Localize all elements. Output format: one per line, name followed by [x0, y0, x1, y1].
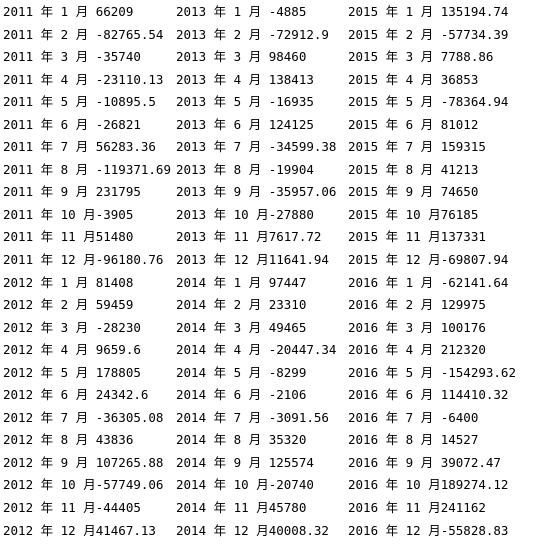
- table-row: 2016 年 4 月 212320: [348, 342, 486, 358]
- table-row: 2011 年 6 月 -26821: [3, 116, 141, 132]
- table-row: 2012 年 9 月 107265.88: [3, 454, 164, 470]
- table-row: 2015 年 1 月 135194.74: [348, 4, 509, 19]
- table-row: 2013 年 4 月 138413: [176, 71, 314, 87]
- table-row: 2014 年 8 月 35320: [176, 432, 307, 448]
- table-row: 2015 年 7 月 159315: [348, 139, 486, 155]
- table-row: 2012 年 4 月 9659.6: [3, 342, 141, 358]
- table-row: 2016 年 11 月241162: [348, 500, 486, 516]
- table-row: 2012 年 5 月 178805: [3, 364, 141, 380]
- table-row: 2016 年 2 月 129975: [348, 297, 486, 313]
- table-row: 2014 年 12 月40008.32: [176, 522, 329, 538]
- table-row: 2011 年 10 月-3905: [3, 206, 134, 222]
- table-row: 2013 年 10 月-27880: [176, 206, 314, 222]
- table-row: 2011 年 8 月 -119371.69: [3, 161, 171, 177]
- table-row: 2011 年 7 月 56283.36: [3, 139, 156, 155]
- table-row: 2015 年 8 月 41213: [348, 161, 479, 177]
- table-row: 2013 年 3 月 98460: [176, 49, 307, 65]
- table-row: 2014 年 3 月 49465: [176, 319, 307, 335]
- table-row: 2016 年 10 月189274.12: [348, 477, 509, 493]
- table-row: 2011 年 12 月-96180.76: [3, 252, 164, 268]
- table-row: 2011 年 1 月 66209: [3, 4, 134, 19]
- table-row: 2012 年 6 月 24342.6: [3, 387, 149, 403]
- column-2011-2012: 2011 年 1 月 66209 2011 年 2 月 -82765.54 2011…: [3, 1, 176, 544]
- table-row: 2012 年 2 月 59459: [3, 297, 134, 313]
- table-row: 2015 年 6 月 81012: [348, 116, 479, 132]
- table-row: 2012 年 8 月 43836: [3, 432, 134, 448]
- table-row: 2015 年 2 月 -57734.39: [348, 26, 509, 42]
- table-row: 2012 年 12 月41467.13: [3, 522, 156, 538]
- table-row: 2016 年 5 月 -154293.62: [348, 364, 516, 380]
- table-row: 2013 年 8 月 -19904: [176, 161, 314, 177]
- table-row: 2014 年 7 月 -3091.56: [176, 409, 329, 425]
- table-row: 2014 年 9 月 125574: [176, 454, 314, 470]
- table-row: 2016 年 7 月 -6400: [348, 409, 479, 425]
- table-row: 2016 年 6 月 114410.32: [348, 387, 509, 403]
- table-row: 2012 年 10 月-57749.06: [3, 477, 164, 493]
- table-row: 2016 年 12 月-55828.83: [348, 522, 509, 538]
- column-2015-2016: 2015 年 1 月 135194.74 2015 年 2 月 -57734.39…: [348, 1, 534, 544]
- table-row: 2012 年 11 月-44405: [3, 500, 141, 516]
- table-row: 2016 年 1 月 -62141.64: [348, 274, 509, 290]
- table-row: 2013 年 6 月 124125: [176, 116, 314, 132]
- table-row: 2014 年 2 月 23310: [176, 297, 307, 313]
- table-row: 2011 年 2 月 -82765.54: [3, 26, 164, 42]
- table-row: 2012 年 3 月 -28230: [3, 319, 141, 335]
- table-row: 2011 年 3 月 -35740: [3, 49, 141, 65]
- table-row: 2016 年 3 月 100176: [348, 319, 486, 335]
- table-row: 2015 年 12 月-69807.94: [348, 252, 509, 268]
- table-row: 2014 年 5 月 -8299: [176, 364, 307, 380]
- table-row: 2011 年 5 月 -10895.5: [3, 94, 156, 110]
- table-row: 2011 年 4 月 -23110.13: [3, 71, 164, 87]
- table-row: 2013 年 5 月 -16935: [176, 94, 314, 110]
- table-row: 2014 年 1 月 97447: [176, 274, 307, 290]
- table-row: 2016 年 9 月 39072.47: [348, 454, 501, 470]
- table-row: 2015 年 5 月 -78364.94: [348, 94, 509, 110]
- table-row: 2015 年 10 月76185: [348, 206, 479, 222]
- table-row: 2013 年 1 月 -4885: [176, 4, 307, 19]
- table-row: 2014 年 11 月45780: [176, 500, 307, 516]
- table-row: 2011 年 11 月51480: [3, 229, 134, 245]
- table-row: 2013 年 7 月 -34599.38: [176, 139, 337, 155]
- table-row: 2011 年 9 月 231795: [3, 184, 141, 200]
- table-row: 2013 年 12 月11641.94: [176, 252, 329, 268]
- table-row: 2012 年 7 月 -36305.08: [3, 409, 164, 425]
- table-row: 2015 年 9 月 74650: [348, 184, 479, 200]
- table-row: 2015 年 3 月 7788.86: [348, 49, 494, 65]
- table-row: 2016 年 8 月 14527: [348, 432, 479, 448]
- table-row: 2014 年 6 月 -2106: [176, 387, 307, 403]
- column-2013-2014: 2013 年 1 月 -4885 2013 年 2 月 -72912.9 2013 …: [176, 1, 348, 544]
- table-row: 2012 年 1 月 81408: [3, 274, 134, 290]
- monthly-values-table: 2011 年 1 月 66209 2011 年 2 月 -82765.54 2011…: [3, 1, 534, 544]
- table-row: 2013 年 11 月7617.72: [176, 229, 322, 245]
- table-row: 2013 年 2 月 -72912.9: [176, 26, 329, 42]
- table-row: 2015 年 4 月 36853: [348, 71, 479, 87]
- table-row: 2014 年 4 月 -20447.34: [176, 342, 337, 358]
- table-row: 2013 年 9 月 -35957.06: [176, 184, 337, 200]
- table-row: 2014 年 10 月-20740: [176, 477, 314, 493]
- table-row: 2015 年 11 月137331: [348, 229, 486, 245]
